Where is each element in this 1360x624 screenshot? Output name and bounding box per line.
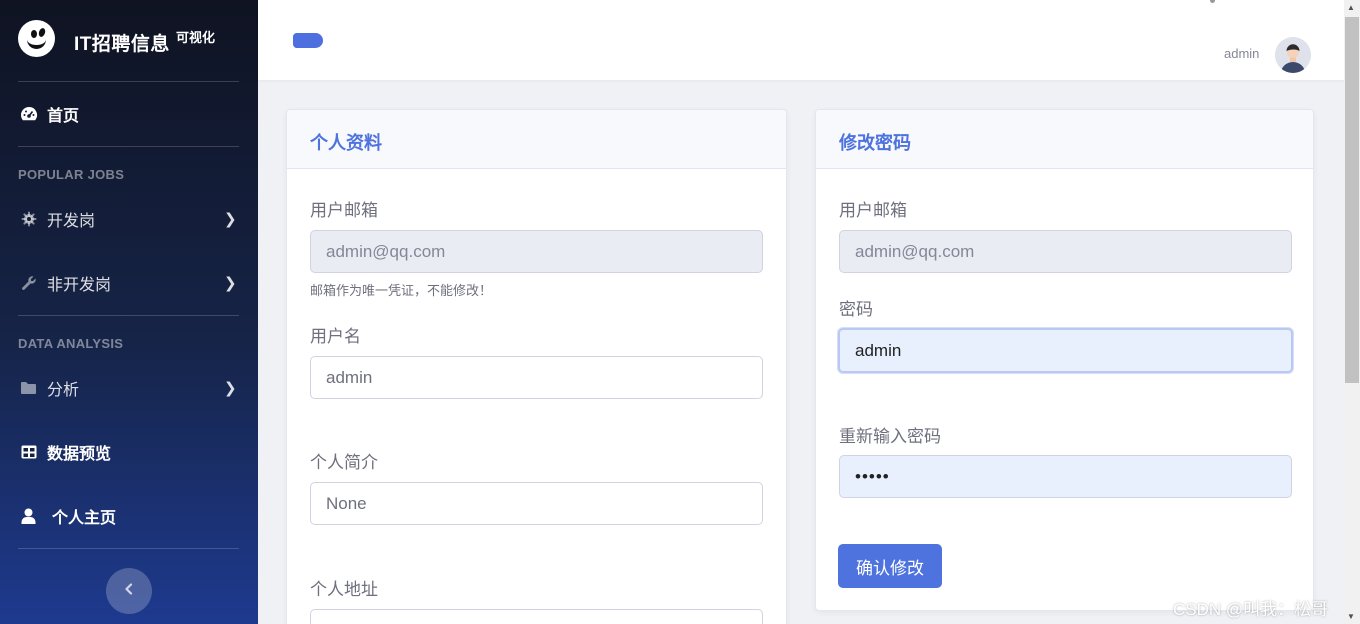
address-label: 个人地址 [310, 580, 378, 599]
section-heading-popular: POPULAR JOBS [18, 167, 125, 182]
username-label: 用户名 [310, 327, 361, 346]
password-label: 密码 [839, 300, 873, 319]
sidebar-item-label: 个人主页 [52, 510, 117, 527]
scroll-up-icon[interactable]: ▲ [1347, 3, 1355, 12]
user-name[interactable]: admin [1224, 46, 1259, 61]
brand-title: IT招聘信息 [74, 34, 170, 55]
email-field: admin@qq.com [839, 230, 1292, 273]
email-field: admin@qq.com [310, 230, 763, 273]
repeat-password-label: 重新输入密码 [839, 427, 941, 446]
sidebar-item-label: 首页 [47, 108, 80, 125]
scroll-down-icon[interactable]: ▼ [1347, 612, 1355, 621]
table-icon [19, 443, 38, 462]
brand-subtitle: 可视化 [176, 30, 216, 45]
avatar[interactable] [1275, 37, 1311, 73]
sidebar-item-label: 开发岗 [47, 213, 96, 230]
user-icon [19, 507, 38, 526]
email-hint: 邮箱作为唯一凭证，不能修改！ [310, 283, 493, 298]
sidebar-item-home[interactable]: 首页 [0, 94, 258, 134]
chevron-left-icon [124, 582, 134, 600]
card-title: 个人资料 [310, 133, 382, 153]
bio-label: 个人简介 [310, 453, 378, 472]
bio-field[interactable]: None [310, 482, 763, 525]
sidebar-item-profile[interactable]: 个人主页 [0, 496, 258, 536]
password-field[interactable]: admin [838, 328, 1293, 373]
topbar: admin [258, 0, 1344, 80]
address-field[interactable] [310, 609, 763, 624]
repeat-password-field[interactable]: ••••• [839, 455, 1292, 498]
divider [18, 315, 239, 316]
folder-icon [19, 379, 38, 398]
email-label: 用户邮箱 [310, 201, 378, 220]
chevron-right-icon: ❯ [224, 380, 237, 397]
card-header: 个人资料 [287, 110, 786, 169]
divider [18, 146, 239, 147]
divider [18, 81, 239, 82]
smiley-logo-icon [18, 20, 55, 57]
menu-toggle-button[interactable] [293, 33, 323, 48]
brand[interactable]: IT招聘信息 可视化 [0, 0, 258, 80]
sidebar-item-analysis[interactable]: 分析 ❯ [0, 368, 258, 408]
profile-card: 个人资料 用户邮箱 admin@qq.com 邮箱作为唯一凭证，不能修改！ 用户… [286, 109, 787, 624]
sidebar: IT招聘信息 可视化 首页 POPULAR JOBS 开发岗 ❯ 非开发岗 ❯ … [0, 0, 258, 624]
sidebar-item-nondev-jobs[interactable]: 非开发岗 ❯ [0, 263, 258, 303]
chevron-right-icon: ❯ [224, 211, 237, 228]
sidebar-item-dev-jobs[interactable]: 开发岗 ❯ [0, 199, 258, 239]
card-header: 修改密码 [816, 110, 1313, 169]
email-label: 用户邮箱 [839, 201, 907, 220]
password-card: 修改密码 用户邮箱 admin@qq.com 密码 admin 重新输入密码 •… [815, 109, 1314, 611]
confirm-change-button[interactable]: 确认修改 [838, 544, 942, 588]
notification-dot [1210, 0, 1215, 3]
chevron-right-icon: ❯ [224, 275, 237, 292]
sidebar-item-label: 非开发岗 [47, 277, 112, 294]
scrollbar-thumb[interactable] [1345, 17, 1359, 383]
sidebar-item-label: 数据预览 [47, 446, 112, 463]
sidebar-item-label: 分析 [47, 382, 80, 399]
gear-icon [19, 210, 38, 229]
section-heading-data: DATA ANALYSIS [18, 336, 124, 351]
sidebar-item-data-preview[interactable]: 数据预览 [0, 432, 258, 472]
watermark: CSDN @叫我：松哥 [1173, 600, 1329, 619]
username-field[interactable]: admin [310, 356, 763, 399]
divider [18, 548, 239, 549]
wrench-icon [19, 274, 38, 293]
card-title: 修改密码 [839, 133, 911, 153]
sidebar-toggle-button[interactable] [106, 568, 152, 614]
dashboard-icon [19, 105, 38, 124]
